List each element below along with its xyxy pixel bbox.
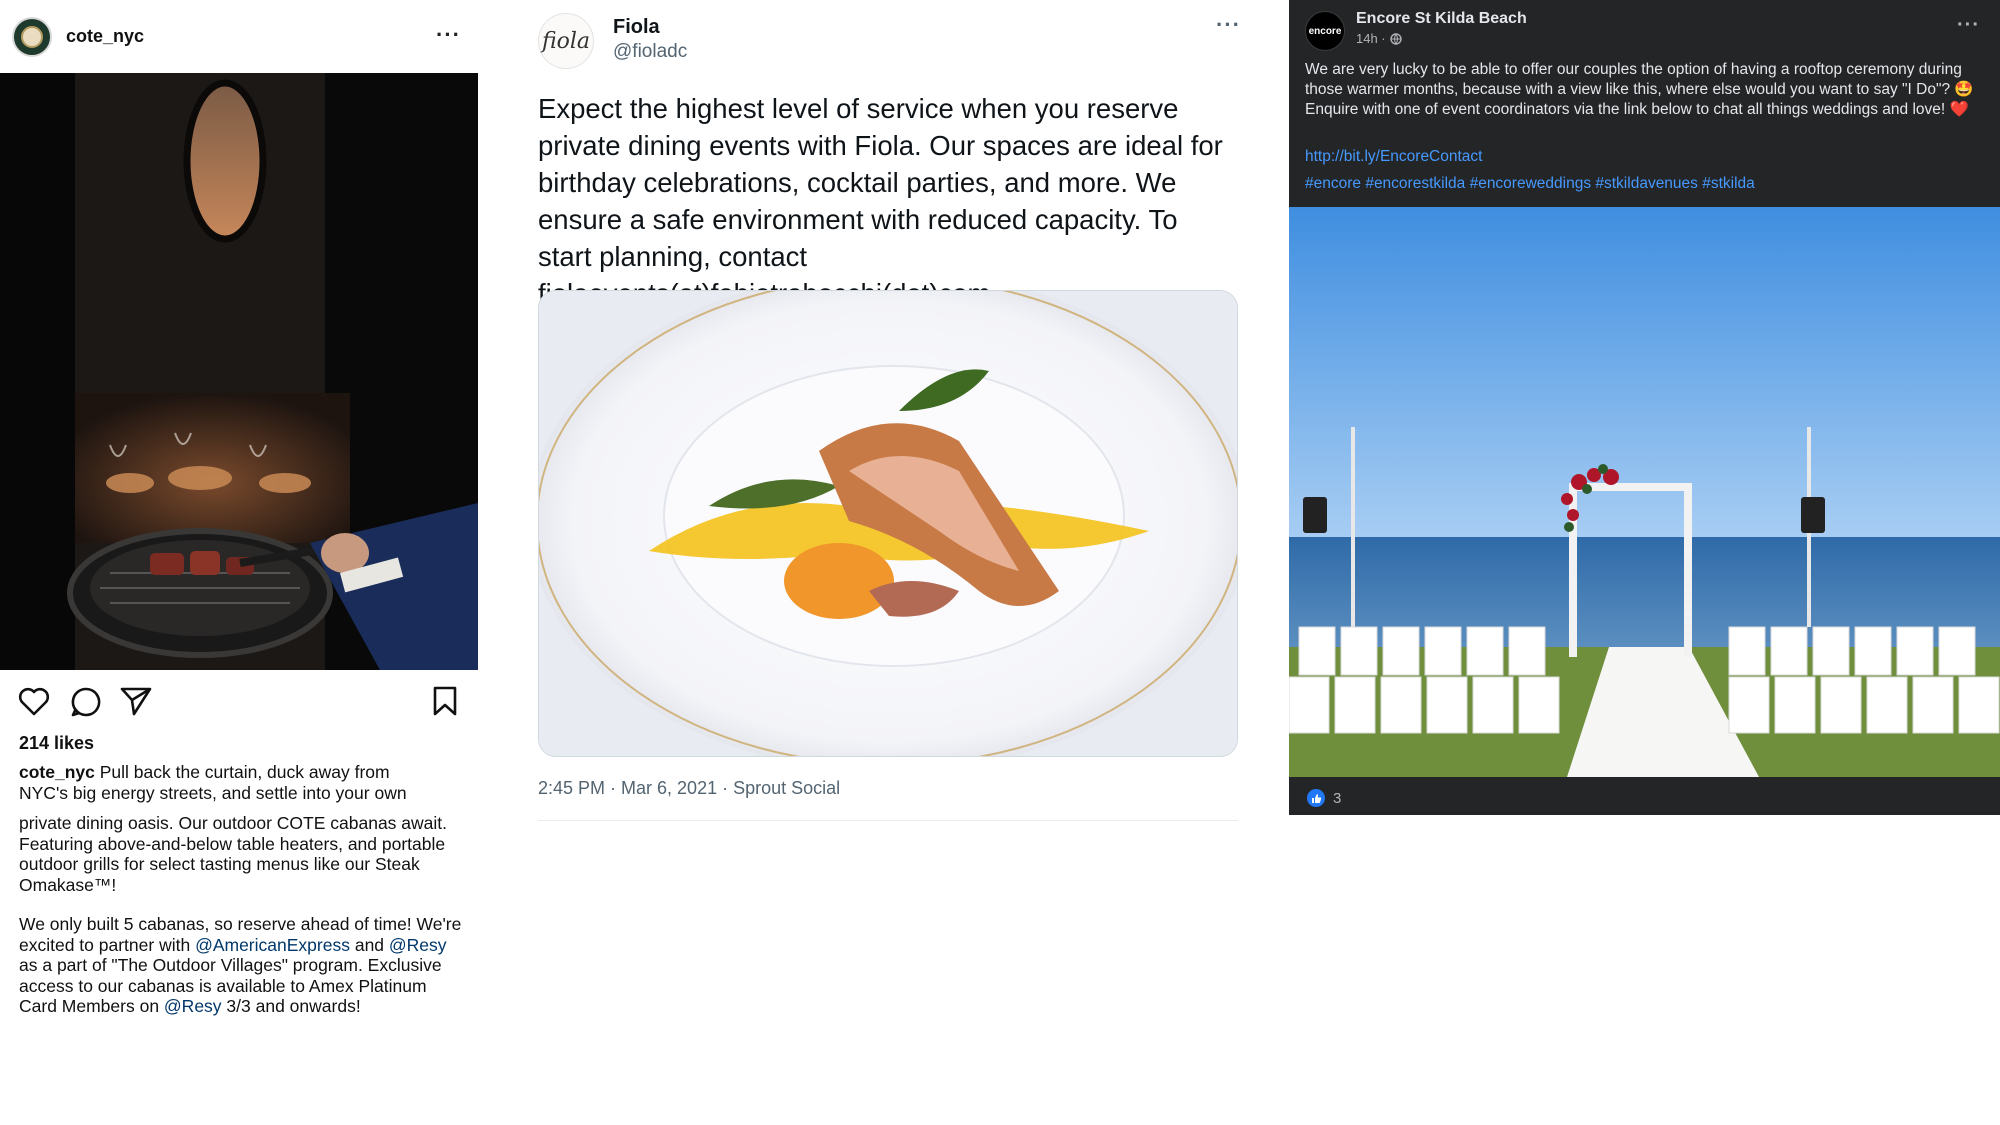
star-struck-emoji-icon: 🤩 — [1954, 81, 1974, 98]
instagram-actions — [0, 686, 478, 722]
caption-paragraph: We only built 5 cabanas, so reserve ahea… — [19, 914, 464, 1017]
fiola-logo-icon: fiola — [541, 28, 591, 54]
like-icon — [1307, 789, 1325, 807]
more-options-icon[interactable]: ··· — [1216, 12, 1241, 38]
facebook-post-text: We are very lucky to be able to offer ou… — [1305, 60, 1995, 120]
post-text: We are very lucky to be able to offer ou… — [1305, 61, 1962, 98]
likes-count[interactable]: 214 likes — [19, 733, 94, 754]
restaurant-grill-photo — [0, 73, 478, 670]
mention-link[interactable]: @Resy — [389, 935, 447, 955]
mention-link[interactable]: @Resy — [164, 996, 222, 1016]
share-icon[interactable] — [120, 686, 152, 721]
facebook-post-image[interactable] — [1289, 207, 2000, 777]
facebook-page-name[interactable]: Encore St Kilda Beach — [1356, 10, 1527, 28]
caption-paragraph: private dining oasis. Our outdoor COTE c… — [19, 813, 447, 895]
instagram-post: cote_nyc ··· 214 likes cote_nyc Pull bac… — [0, 0, 478, 1125]
bookmark-icon[interactable] — [432, 686, 458, 721]
reaction-count: 3 — [1333, 789, 1342, 807]
more-options-icon[interactable]: ··· — [436, 22, 461, 48]
instagram-username[interactable]: cote_nyc — [66, 26, 144, 47]
twitter-post: fiola Fiola @fioladc ··· Expect the high… — [522, 0, 1242, 1125]
rooftop-ceremony-photo — [1289, 207, 2000, 777]
avatar[interactable]: fiola — [538, 13, 594, 69]
tweet-meta: 2:45 PM · Mar 6, 2021 · Sprout Social — [538, 778, 841, 798]
instagram-post-header: cote_nyc ··· — [0, 0, 478, 73]
tweet-text: Expect the highest level of service when… — [538, 93, 1223, 309]
mention-link[interactable]: @AmericanExpress — [195, 935, 350, 955]
caption-paragraph: cote_nyc Pull back the curtain, duck awa… — [19, 762, 464, 803]
instagram-post-image[interactable] — [0, 73, 478, 670]
cote-logo-icon — [21, 26, 43, 48]
facebook-post: encore Encore St Kilda Beach 14h · ··· W… — [1289, 0, 2000, 815]
hashtags[interactable]: #encore #encorestkilda #encoreweddings #… — [1305, 175, 1755, 193]
divider — [538, 820, 1238, 821]
caption-text: 3/3 and onwards! — [221, 996, 361, 1016]
caption-username[interactable]: cote_nyc — [19, 762, 95, 782]
more-options-icon[interactable]: ··· — [1957, 14, 1980, 37]
twitter-display-name[interactable]: Fiola — [613, 16, 660, 39]
plated-dish-photo — [539, 291, 1237, 756]
instagram-caption: cote_nyc Pull back the curtain, duck awa… — [19, 762, 464, 1036]
avatar[interactable] — [12, 17, 52, 57]
caption-text: Pull back the curtain, duck away from — [99, 762, 390, 782]
avatar[interactable]: encore — [1305, 11, 1345, 51]
contact-link[interactable]: http://bit.ly/EncoreContact — [1305, 148, 1482, 166]
red-heart-emoji-icon: ❤️ — [1949, 101, 1969, 118]
post-timestamp[interactable]: 14h · — [1356, 31, 1402, 46]
caption-text: NYC's big energy streets, and settle int… — [19, 782, 407, 803]
post-text: Enquire with one of event coordinators v… — [1305, 101, 1950, 118]
encore-logo-icon: encore — [1308, 25, 1342, 37]
timestamp-text: 14h · — [1356, 31, 1386, 46]
heart-icon[interactable] — [18, 686, 50, 721]
reactions[interactable]: 3 — [1307, 789, 1341, 807]
caption-text: and — [349, 934, 389, 955]
comment-icon[interactable] — [70, 686, 102, 723]
globe-icon — [1389, 32, 1402, 45]
twitter-handle[interactable]: @fioladc — [613, 41, 687, 63]
tweet-image[interactable] — [538, 290, 1238, 757]
